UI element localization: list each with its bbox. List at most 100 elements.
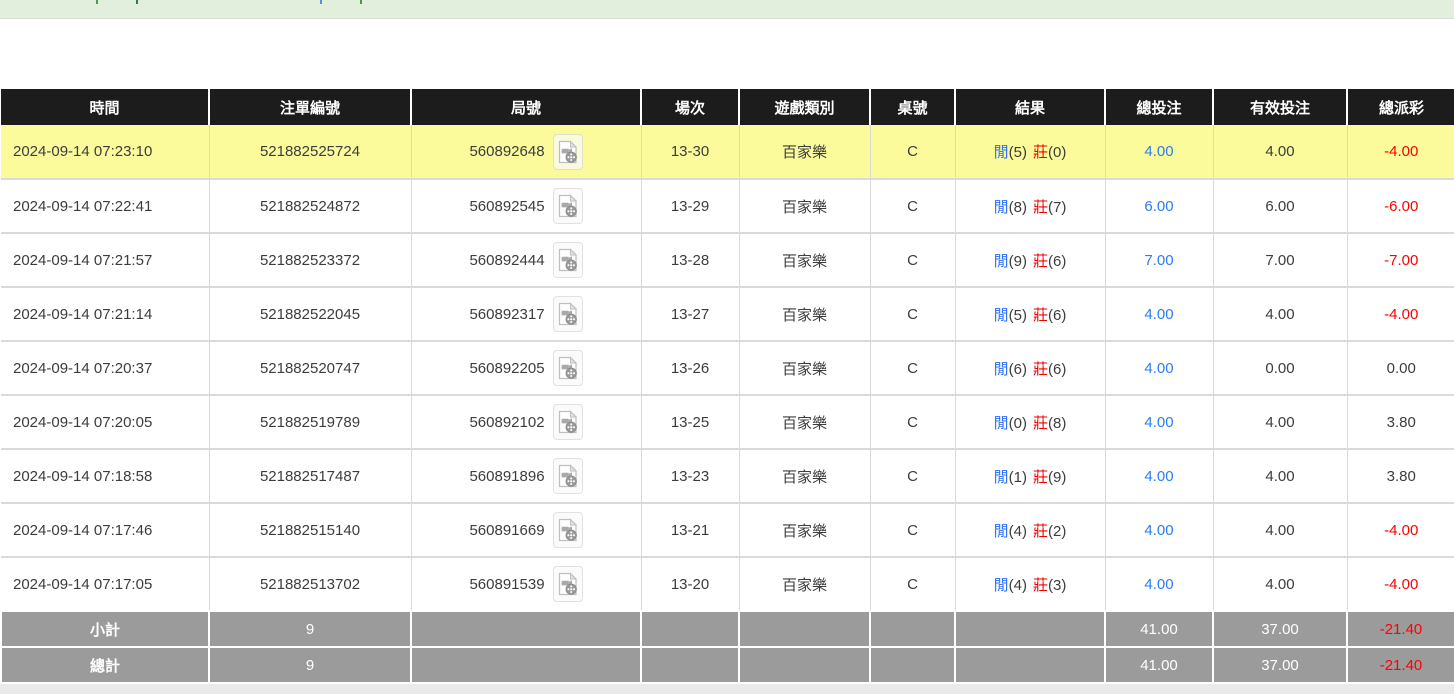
total-bet-link[interactable]: 4.00 — [1144, 306, 1173, 323]
result-player-score: (8) — [1009, 199, 1027, 216]
result-player-score: (6) — [1009, 361, 1027, 378]
cell-time: 2024-09-14 07:23:10 — [1, 125, 209, 179]
result-banker-score: (6) — [1048, 253, 1066, 270]
column-header-payout: 總派彩 — [1347, 89, 1454, 125]
video-replay-button[interactable] — [553, 404, 583, 440]
cell-payout: -4.00 — [1347, 125, 1454, 179]
video-replay-icon — [558, 356, 578, 380]
cell-result: 閒(0)莊(8) — [955, 395, 1105, 449]
column-header-valid_bet: 有效投注 — [1213, 89, 1347, 125]
footer-cell-table_no — [870, 611, 955, 647]
footer-cell-game_type — [739, 647, 870, 683]
video-replay-icon — [558, 464, 578, 488]
cell-table-no: C — [870, 125, 955, 179]
cell-payout: -4.00 — [1347, 557, 1454, 611]
video-replay-button[interactable] — [553, 134, 583, 170]
cell-game-type: 百家樂 — [739, 395, 870, 449]
table-row: 2024-09-14 07:17:05 521882513702 5608915… — [1, 557, 1454, 611]
cell-session: 13-21 — [641, 503, 739, 557]
cell-payout: 3.80 — [1347, 395, 1454, 449]
cell-total-bet: 6.00 — [1105, 179, 1213, 233]
cell-table-no: C — [870, 395, 955, 449]
cell-result: 閒(1)莊(9) — [955, 449, 1105, 503]
result-banker-label: 莊 — [1033, 415, 1048, 432]
cell-payout: 0.00 — [1347, 341, 1454, 395]
bet-records-table: 時間注單編號局號場次遊戲類別桌號結果總投注有效投注總派彩 2024-09-14 … — [0, 89, 1454, 684]
cell-game-type: 百家樂 — [739, 233, 870, 287]
footer-cell-time: 小計 — [1, 611, 209, 647]
total-bet-link[interactable]: 4.00 — [1144, 522, 1173, 539]
table-header-row: 時間注單編號局號場次遊戲類別桌號結果總投注有效投注總派彩 — [1, 89, 1454, 125]
cell-total-bet: 4.00 — [1105, 557, 1213, 611]
cell-session: 13-20 — [641, 557, 739, 611]
cell-game-type: 百家樂 — [739, 287, 870, 341]
bet-records-section: 時間注單編號局號場次遊戲類別桌號結果總投注有效投注總派彩 2024-09-14 … — [0, 89, 1454, 684]
cell-time: 2024-09-14 07:20:37 — [1, 341, 209, 395]
total-bet-link[interactable]: 4.00 — [1144, 576, 1173, 593]
result-banker-label: 莊 — [1033, 253, 1048, 270]
result-player-label: 閒 — [994, 415, 1009, 432]
video-replay-button[interactable] — [553, 512, 583, 548]
result-player-score: (4) — [1009, 577, 1027, 594]
video-replay-button[interactable] — [553, 296, 583, 332]
cell-round: 560892205 — [411, 341, 641, 395]
cell-total-bet: 7.00 — [1105, 233, 1213, 287]
cell-valid-bet: 4.00 — [1213, 503, 1347, 557]
total-bet-link[interactable]: 4.00 — [1144, 414, 1173, 431]
video-replay-icon — [558, 248, 578, 272]
video-replay-button[interactable] — [553, 458, 583, 494]
total-bet-link[interactable]: 4.00 — [1144, 360, 1173, 377]
cell-bet-id: 521882519789 — [209, 395, 411, 449]
cell-table-no: C — [870, 287, 955, 341]
cell-round: 560892545 — [411, 179, 641, 233]
cell-table-no: C — [870, 233, 955, 287]
cell-payout: -4.00 — [1347, 287, 1454, 341]
round-number: 560892444 — [469, 252, 544, 269]
cell-game-type: 百家樂 — [739, 503, 870, 557]
cell-payout: -6.00 — [1347, 179, 1454, 233]
result-player-label: 閒 — [994, 523, 1009, 540]
result-player-score: (1) — [1009, 469, 1027, 486]
column-header-time: 時間 — [1, 89, 209, 125]
cell-result: 閒(4)莊(3) — [955, 557, 1105, 611]
cell-result: 閒(4)莊(2) — [955, 503, 1105, 557]
cell-session: 13-25 — [641, 395, 739, 449]
clipped-text-fragment — [96, 0, 98, 4]
clipped-toolbar — [0, 0, 1454, 19]
cell-total-bet: 4.00 — [1105, 449, 1213, 503]
result-banker-score: (3) — [1048, 577, 1066, 594]
video-replay-button[interactable] — [553, 242, 583, 278]
cell-valid-bet: 6.00 — [1213, 179, 1347, 233]
footer-cell-total_bet: 41.00 — [1105, 611, 1213, 647]
footer-cell-bet_id: 9 — [209, 647, 411, 683]
video-replay-icon — [558, 518, 578, 542]
cell-total-bet: 4.00 — [1105, 503, 1213, 557]
result-player-label: 閒 — [994, 199, 1009, 216]
video-replay-button[interactable] — [553, 566, 583, 602]
total-bet-link[interactable]: 4.00 — [1144, 143, 1173, 160]
round-number: 560892545 — [469, 198, 544, 215]
total-bet-link[interactable]: 7.00 — [1144, 252, 1173, 269]
cell-time: 2024-09-14 07:21:14 — [1, 287, 209, 341]
video-replay-button[interactable] — [553, 350, 583, 386]
cell-bet-id: 521882522045 — [209, 287, 411, 341]
cell-total-bet: 4.00 — [1105, 341, 1213, 395]
total-bet-link[interactable]: 6.00 — [1144, 198, 1173, 215]
cell-bet-id: 521882524872 — [209, 179, 411, 233]
cell-bet-id: 521882517487 — [209, 449, 411, 503]
result-banker-label: 莊 — [1033, 307, 1048, 324]
cell-round: 560891539 — [411, 557, 641, 611]
column-header-game_type: 遊戲類別 — [739, 89, 870, 125]
cell-valid-bet: 7.00 — [1213, 233, 1347, 287]
cell-time: 2024-09-14 07:17:46 — [1, 503, 209, 557]
video-replay-icon — [558, 302, 578, 326]
cell-payout: -7.00 — [1347, 233, 1454, 287]
result-player-label: 閒 — [994, 253, 1009, 270]
cell-table-no: C — [870, 341, 955, 395]
video-replay-button[interactable] — [553, 188, 583, 224]
cell-game-type: 百家樂 — [739, 125, 870, 179]
cell-time: 2024-09-14 07:20:05 — [1, 395, 209, 449]
result-player-score: (5) — [1009, 307, 1027, 324]
result-banker-score: (6) — [1048, 307, 1066, 324]
total-bet-link[interactable]: 4.00 — [1144, 468, 1173, 485]
